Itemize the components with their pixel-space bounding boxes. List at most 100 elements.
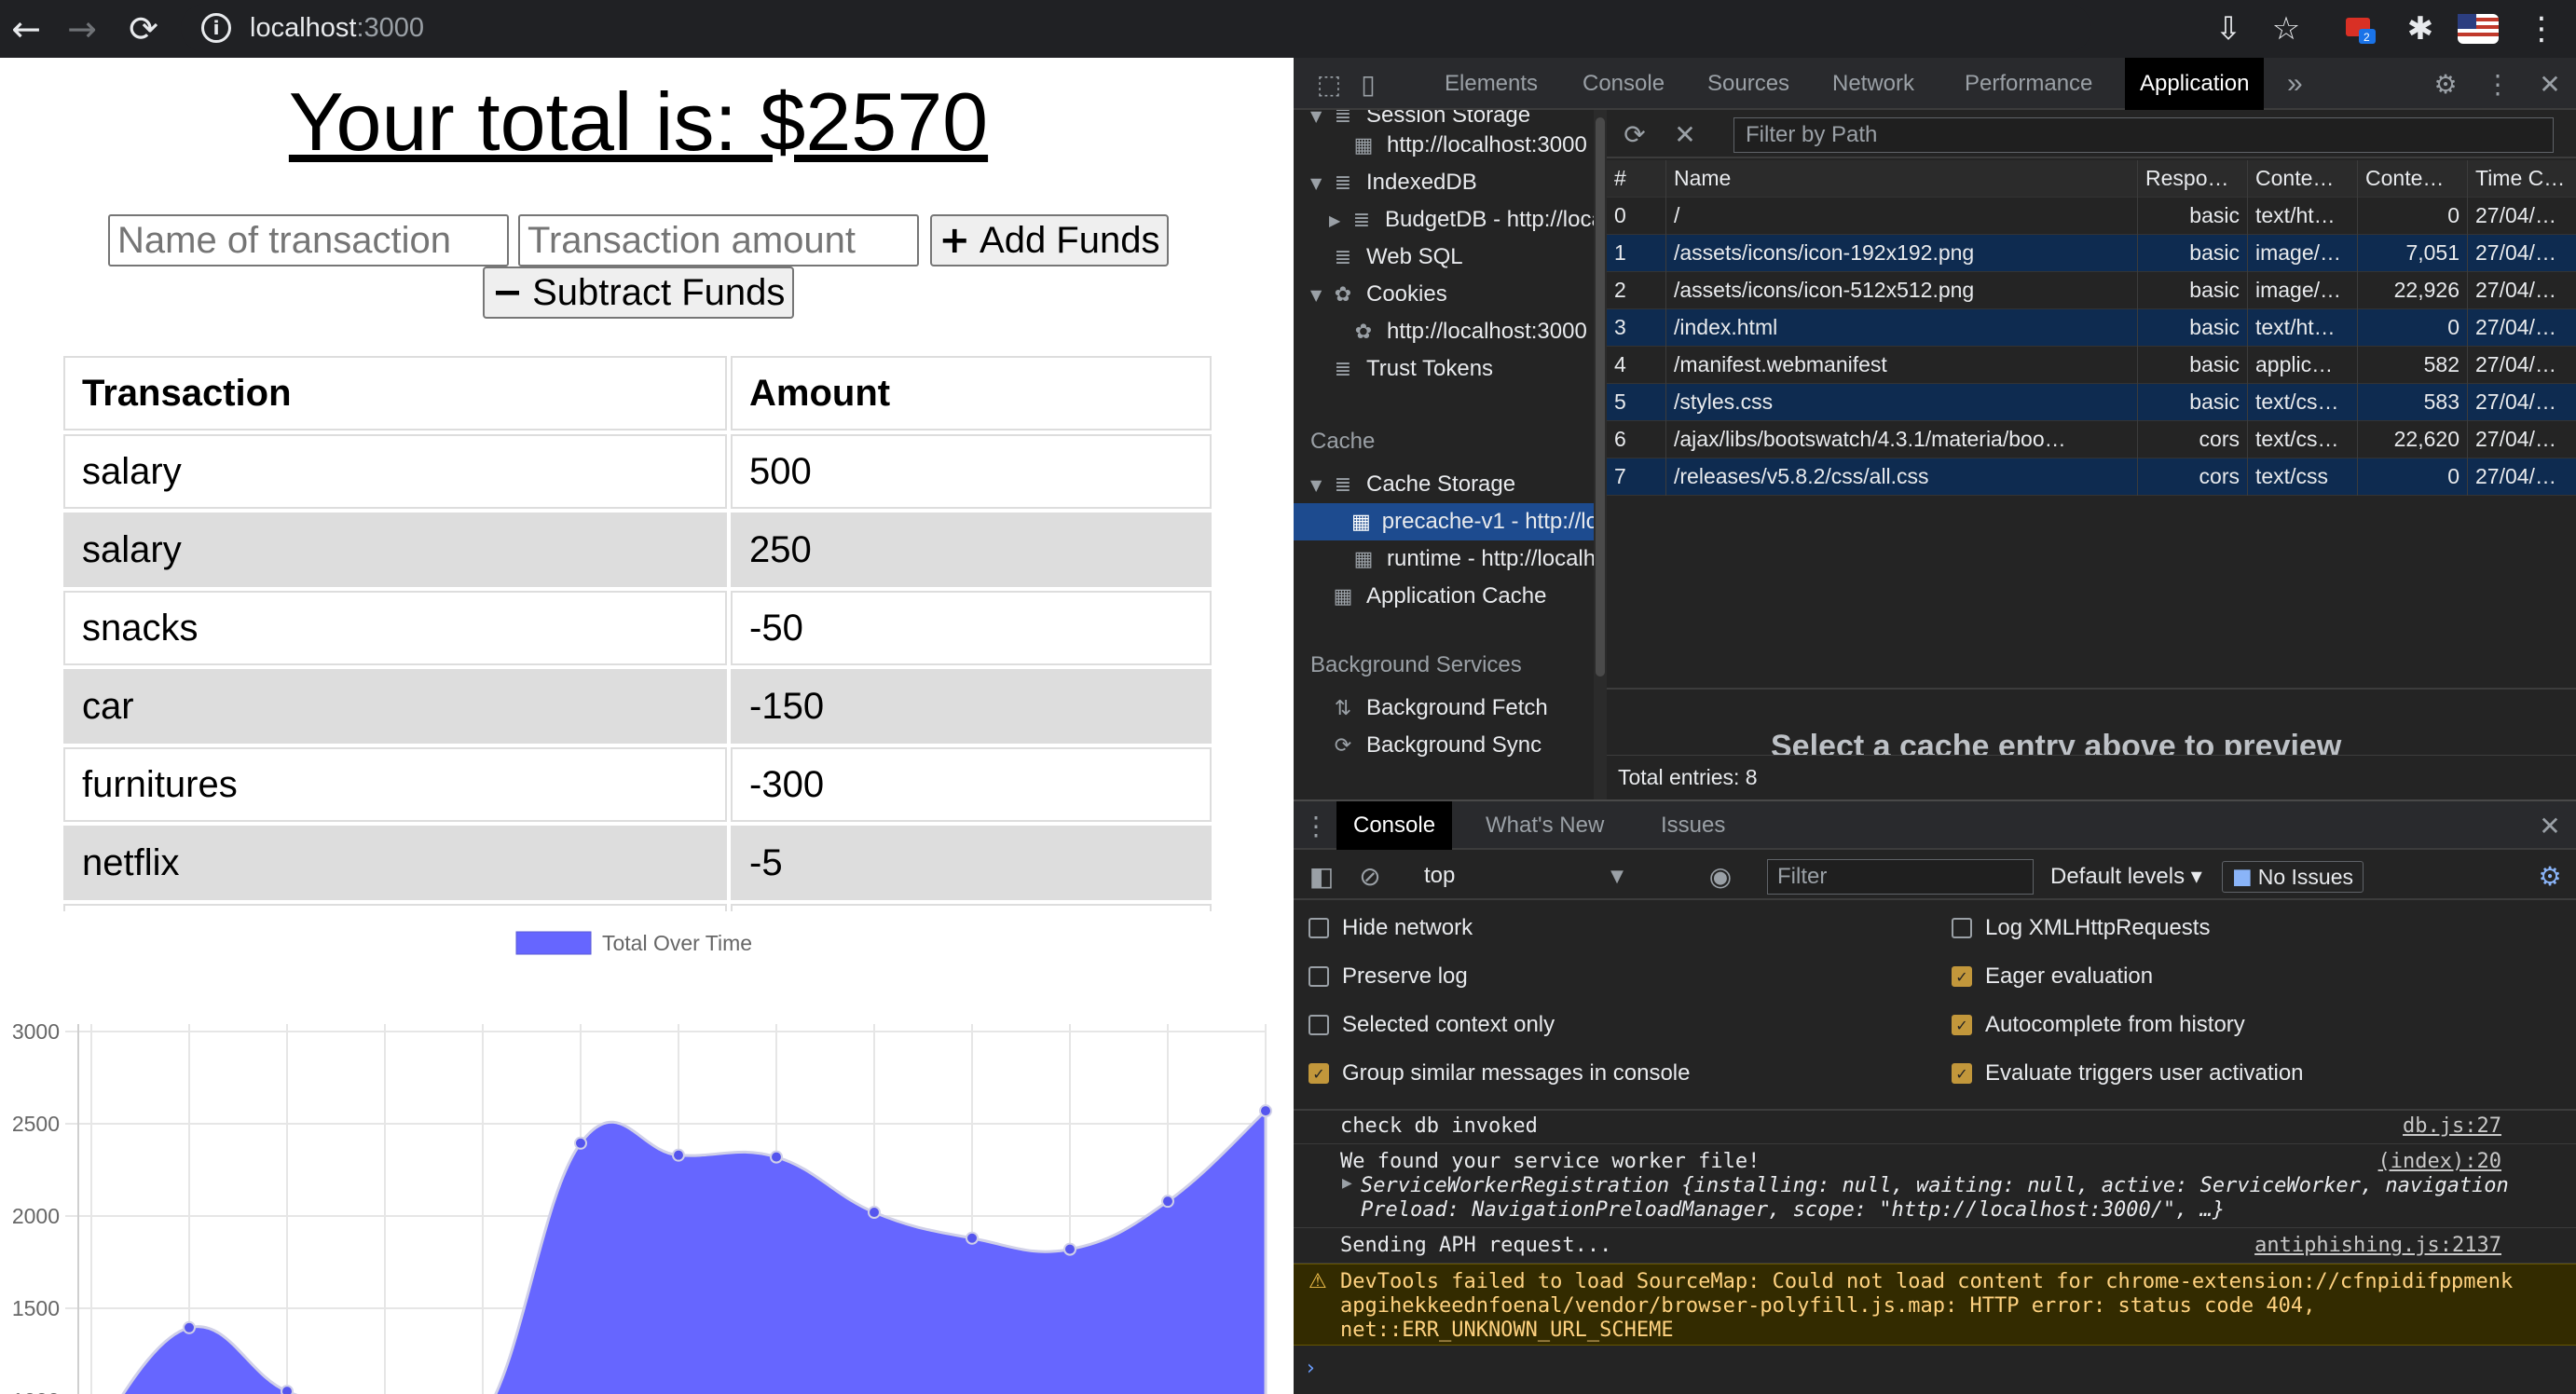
cache-entry-row[interactable]: 3/index.html basic text/ht… 0 27/04/… bbox=[1607, 308, 2576, 347]
checkbox-group-similar[interactable]: ✓ Group similar messages in console bbox=[1309, 1055, 1691, 1092]
console-filter-input[interactable]: Filter bbox=[1767, 859, 2034, 895]
transaction-amount-input[interactable]: Transaction amount bbox=[518, 214, 919, 266]
chart-data-point[interactable] bbox=[868, 1206, 881, 1220]
col-name[interactable]: Name bbox=[1666, 159, 2138, 198]
expand-object-icon[interactable]: ▶ bbox=[1342, 1176, 1352, 1191]
sidebar-item-websql[interactable]: ≣ Web SQL bbox=[1294, 239, 1463, 276]
cache-entry-row[interactable]: 7/releases/v5.8.2/css/all.css cors text/cs… bbox=[1607, 458, 2576, 496]
no-issues-button[interactable]: ■ No Issues bbox=[2222, 861, 2364, 893]
back-icon[interactable]: ← bbox=[6, 0, 47, 58]
sidebar-toggle-icon[interactable]: ◧ bbox=[1305, 859, 1338, 893]
settings-gear-icon[interactable]: ⚙ bbox=[2429, 67, 2462, 101]
console-prompt-chevron-icon[interactable]: › bbox=[1307, 1357, 1315, 1380]
checkbox-box[interactable] bbox=[1309, 966, 1329, 987]
tab-elements[interactable]: Elements bbox=[1445, 58, 1538, 110]
message-source-link[interactable]: db.js:27 bbox=[2403, 1114, 2501, 1138]
menu-kebab-icon[interactable]: ⋮ bbox=[2520, 7, 2563, 50]
chart-data-point[interactable] bbox=[1063, 1242, 1076, 1256]
profile-avatar[interactable] bbox=[2457, 7, 2500, 50]
checkbox-box[interactable] bbox=[1309, 1015, 1329, 1035]
tab-application[interactable]: Application bbox=[2125, 58, 2265, 110]
col-content-type[interactable]: Conte… bbox=[2248, 159, 2358, 198]
refresh-icon[interactable]: ⟳ bbox=[1618, 117, 1651, 151]
sidebar-item-background-sync[interactable]: ⟳ Background Sync bbox=[1294, 727, 1541, 764]
chart-data-point[interactable] bbox=[183, 1320, 196, 1334]
chart-data-point[interactable] bbox=[672, 1148, 685, 1162]
close-drawer-icon[interactable]: ✕ bbox=[2533, 809, 2567, 842]
site-info-icon[interactable]: i bbox=[201, 13, 231, 43]
drawer-tab-issues[interactable]: Issues bbox=[1661, 801, 1725, 850]
checkbox-box-checked[interactable]: ✓ bbox=[1952, 966, 1972, 987]
checkbox-box-checked[interactable]: ✓ bbox=[1952, 1063, 1972, 1084]
add-funds-button[interactable]: + Add Funds bbox=[930, 214, 1169, 266]
sidebar-item-runtime[interactable]: ▦ runtime - http://localhost:3000 bbox=[1294, 540, 1594, 578]
col-index[interactable]: # bbox=[1607, 159, 1666, 198]
message-source-link[interactable]: (index):20 bbox=[2378, 1150, 2501, 1173]
cache-entry-row[interactable]: 2/assets/icons/icon-512x512.png basic imag… bbox=[1607, 271, 2576, 309]
chart-data-point[interactable] bbox=[966, 1231, 979, 1245]
scrollbar-thumb[interactable] bbox=[1596, 117, 1605, 676]
sidebar-item-budgetdb[interactable]: ▶ ≣ BudgetDB - http://localhost:3000 bbox=[1294, 201, 1594, 239]
checkbox-box-checked[interactable]: ✓ bbox=[1952, 1015, 1972, 1035]
context-selector[interactable]: top ▼ bbox=[1405, 859, 1631, 893]
drawer-tab-whats-new[interactable]: What's New bbox=[1486, 801, 1604, 850]
col-content-length[interactable]: Conte… bbox=[2358, 159, 2468, 198]
tab-performance[interactable]: Performance bbox=[1965, 58, 2092, 110]
drawer-tab-console[interactable]: Console bbox=[1336, 801, 1453, 850]
tab-console[interactable]: Console bbox=[1583, 58, 1665, 110]
message-source-link[interactable]: antiphishing.js:2137 bbox=[2254, 1234, 2501, 1257]
inspect-element-icon[interactable]: ⬚ bbox=[1312, 67, 1346, 101]
delete-entry-icon[interactable]: ✕ bbox=[1668, 117, 1702, 151]
cache-entry-row[interactable]: 4/manifest.webmanifest basic applic… 582 27/… bbox=[1607, 346, 2576, 384]
address-bar[interactable]: i localhost:3000 bbox=[181, 4, 2091, 52]
legend-swatch[interactable] bbox=[515, 931, 592, 955]
checkbox-selected-context[interactable]: Selected context only bbox=[1309, 1006, 1555, 1044]
cache-entry-row[interactable]: 6/ajax/libs/bootswatch/4.3.1/materia/boo… bbox=[1607, 420, 2576, 458]
checkbox-box-checked[interactable]: ✓ bbox=[1309, 1063, 1329, 1084]
filter-by-path-input[interactable]: Filter by Path bbox=[1733, 117, 2554, 153]
checkbox-preserve-log[interactable]: Preserve log bbox=[1309, 958, 1468, 995]
extension-badge-icon[interactable]: 2 bbox=[2339, 7, 2382, 50]
checkbox-autocomplete[interactable]: ✓ Autocomplete from history bbox=[1952, 1006, 2245, 1044]
subtract-funds-button[interactable]: − Subtract Funds bbox=[483, 266, 794, 319]
chart-data-point[interactable] bbox=[281, 1385, 294, 1394]
sidebar-item-session-localhost[interactable]: ▦ http://localhost:3000 bbox=[1294, 127, 1587, 164]
sidebar-item-trust-tokens[interactable]: ≣ Trust Tokens bbox=[1294, 350, 1493, 388]
console-settings-gear-icon[interactable]: ⚙ bbox=[2533, 859, 2567, 893]
close-devtools-icon[interactable]: ✕ bbox=[2533, 67, 2567, 101]
tab-sources[interactable]: Sources bbox=[1707, 58, 1789, 110]
cache-entry-row[interactable]: 5/styles.css basic text/cs… 583 27/04/… bbox=[1607, 383, 2576, 421]
checkbox-box[interactable] bbox=[1952, 918, 1972, 938]
checkbox-evaluate-triggers[interactable]: ✓ Evaluate triggers user activation bbox=[1952, 1055, 2304, 1092]
chart-data-point[interactable] bbox=[1161, 1195, 1174, 1209]
col-time-cached[interactable]: Time C… bbox=[2468, 160, 2576, 198]
sidebar-item-app-cache[interactable]: ▦ Application Cache bbox=[1294, 578, 1547, 615]
device-toolbar-icon[interactable]: ▯ bbox=[1351, 67, 1385, 101]
sidebar-item-cache-storage[interactable]: ▼ ≣ Cache Storage bbox=[1294, 466, 1515, 503]
checkbox-log-xhr[interactable]: Log XMLHttpRequests bbox=[1952, 909, 2210, 947]
col-response-type[interactable]: Respo… bbox=[2138, 159, 2248, 198]
tab-network[interactable]: Network bbox=[1832, 58, 1914, 110]
forward-icon[interactable]: → bbox=[62, 0, 103, 58]
sidebar-item-indexeddb[interactable]: ▼ ≣ IndexedDB bbox=[1294, 164, 1477, 201]
extensions-puzzle-icon[interactable]: ✱ bbox=[2399, 7, 2442, 50]
chart-data-point[interactable] bbox=[574, 1136, 587, 1150]
reload-icon[interactable]: ⟳ bbox=[123, 0, 164, 58]
clear-console-icon[interactable]: ⊘ bbox=[1353, 859, 1387, 893]
checkbox-eager-evaluation[interactable]: ✓ Eager evaluation bbox=[1952, 958, 2153, 995]
chart-data-point[interactable] bbox=[770, 1150, 783, 1164]
checkbox-box[interactable] bbox=[1309, 918, 1329, 938]
sidebar-item-background-fetch[interactable]: ⇅ Background Fetch bbox=[1294, 690, 1548, 727]
devtools-menu-icon[interactable]: ⋮ bbox=[2481, 67, 2514, 101]
log-levels-dropdown[interactable]: Default levels ▾ bbox=[2039, 859, 2202, 893]
drawer-menu-icon[interactable]: ⋮ bbox=[1299, 809, 1333, 842]
sidebar-item-cookie-localhost[interactable]: ✿ http://localhost:3000 bbox=[1294, 313, 1587, 350]
chart-data-point[interactable] bbox=[1259, 1104, 1272, 1118]
bookmark-star-icon[interactable]: ☆ bbox=[2265, 7, 2308, 50]
live-expression-eye-icon[interactable]: ◉ bbox=[1704, 859, 1737, 893]
sidebar-item-cookies[interactable]: ▼ ✿ Cookies bbox=[1294, 276, 1447, 313]
cache-entry-row[interactable]: 1/assets/icons/icon-192x192.png basic imag… bbox=[1607, 234, 2576, 272]
sidebar-scrollbar[interactable] bbox=[1594, 110, 1607, 800]
checkbox-hide-network[interactable]: Hide network bbox=[1309, 909, 1473, 947]
cache-entry-row[interactable]: 0/basic text/ht… 0 27/04/… bbox=[1607, 197, 2576, 235]
